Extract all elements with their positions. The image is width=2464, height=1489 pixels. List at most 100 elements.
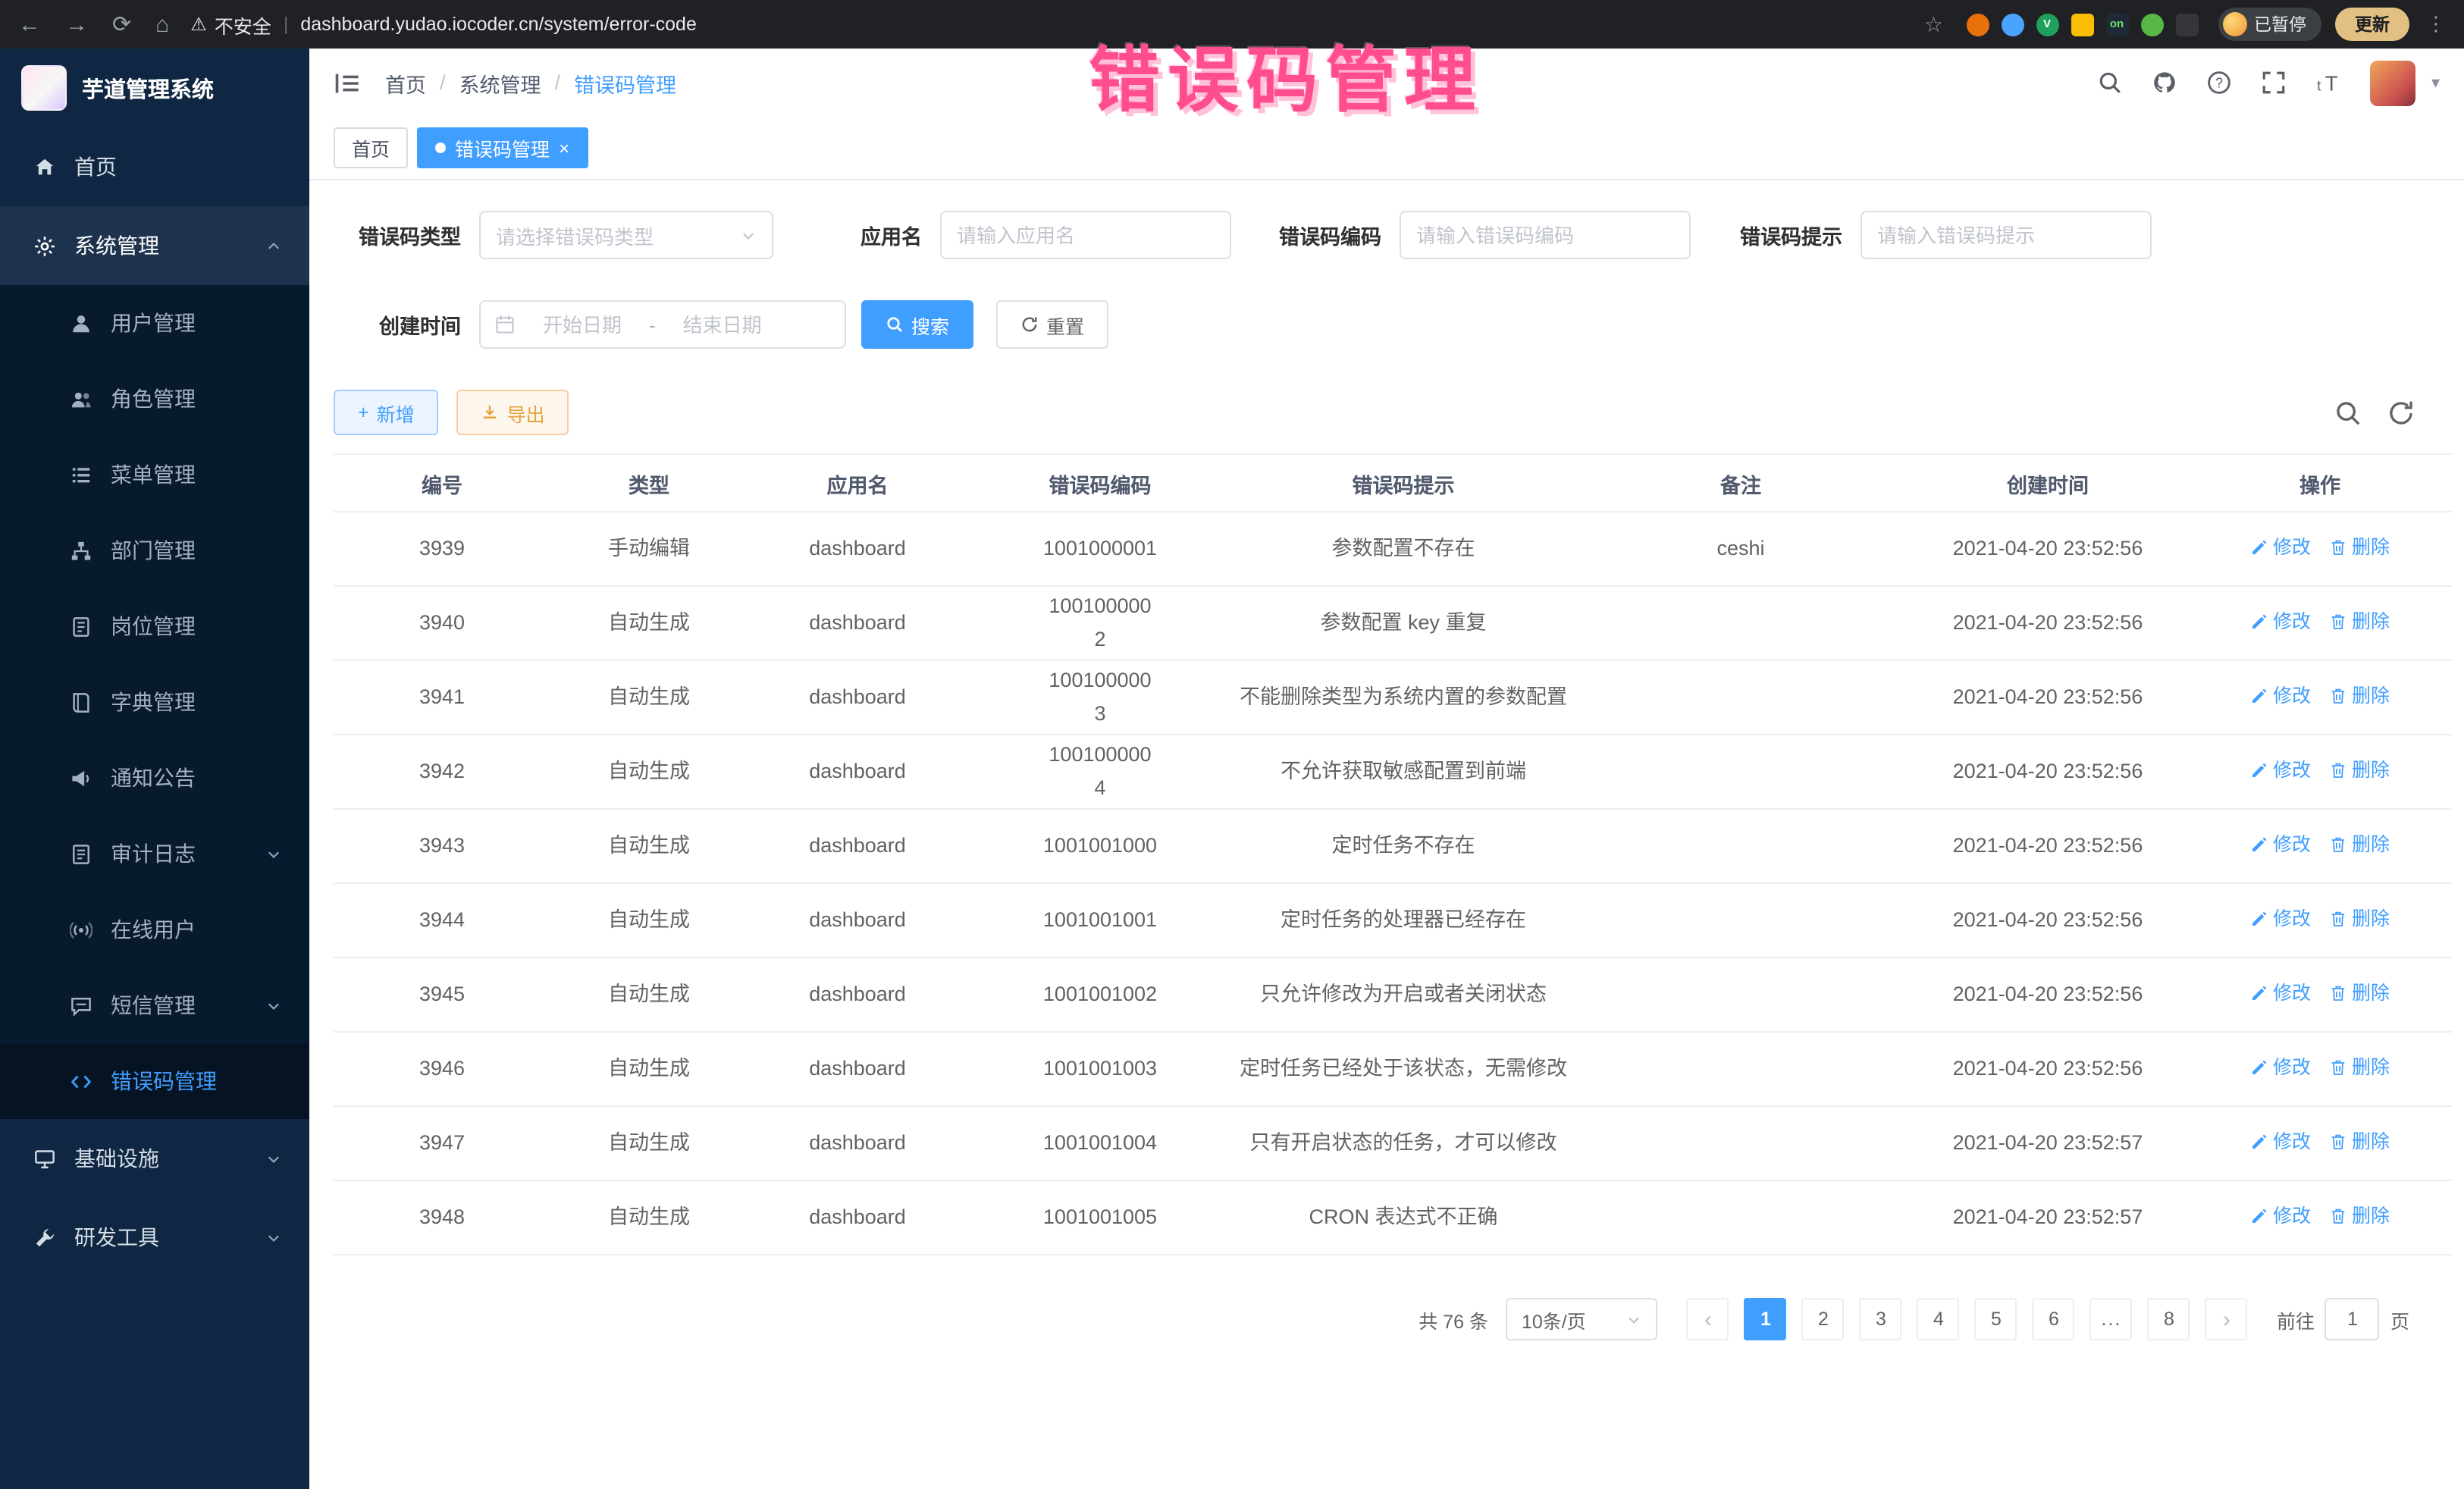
app-name-input[interactable] <box>940 211 1231 259</box>
search-icon[interactable] <box>2098 70 2124 96</box>
page-button-6[interactable]: 6 <box>2033 1298 2075 1340</box>
edit-link[interactable]: 修改 <box>2250 679 2311 713</box>
collapse-sidebar-icon[interactable] <box>334 69 361 96</box>
refresh-table-icon[interactable] <box>2387 398 2415 427</box>
avatar-caret-icon[interactable]: ▾ <box>2431 73 2440 92</box>
page-button-8[interactable]: 8 <box>2148 1298 2190 1340</box>
close-icon[interactable]: × <box>559 139 569 157</box>
page-button-5[interactable]: 5 <box>1975 1298 2017 1340</box>
edit-link[interactable]: 修改 <box>2250 1199 2311 1233</box>
ext-color-grid-icon[interactable] <box>2071 13 2093 36</box>
next-page-button[interactable]: › <box>2205 1298 2248 1340</box>
sidebar-item-menus[interactable]: 菜单管理 <box>0 437 309 513</box>
breadcrumb-home[interactable]: 首页 <box>385 67 426 98</box>
user-avatar[interactable] <box>2371 60 2416 105</box>
ext-red-circle-icon[interactable] <box>1966 13 1989 36</box>
fullscreen-icon[interactable] <box>2262 70 2287 96</box>
edit-link[interactable]: 修改 <box>2250 828 2311 861</box>
reset-button[interactable]: 重置 <box>996 300 1108 349</box>
delete-link[interactable]: 删除 <box>2329 679 2390 713</box>
sidebar-item-online-users[interactable]: 在线用户 <box>0 892 309 967</box>
delete-link[interactable]: 删除 <box>2329 531 2390 564</box>
ext-blue-drop-icon[interactable] <box>2001 13 2024 36</box>
edit-link[interactable]: 修改 <box>2250 605 2311 638</box>
error-code-input[interactable] <box>1400 211 1691 259</box>
edit-link[interactable]: 修改 <box>2250 902 2311 936</box>
page-button-2[interactable]: 2 <box>1802 1298 1845 1340</box>
forward-icon[interactable]: → <box>65 13 88 36</box>
page-button-1[interactable]: 1 <box>1745 1298 1787 1340</box>
toggle-search-icon[interactable] <box>2334 398 2362 427</box>
sidebar-item-dev-tools[interactable]: 研发工具 <box>0 1198 309 1277</box>
start-date-input[interactable] <box>525 313 640 336</box>
tab-home[interactable]: 首页 <box>334 127 408 168</box>
breadcrumb-system[interactable]: 系统管理 <box>459 67 541 98</box>
page-button-4[interactable]: 4 <box>1917 1298 1960 1340</box>
sidebar-item-roles[interactable]: 角色管理 <box>0 361 309 437</box>
browser-home-icon[interactable]: ⌂ <box>155 13 169 36</box>
ext-green-v-icon[interactable]: V <box>2036 13 2058 36</box>
security-chip[interactable]: ⚠ 不安全 <box>190 10 271 39</box>
sidebar-item-error-codes[interactable]: 错误码管理 <box>0 1043 309 1119</box>
delete-link[interactable]: 删除 <box>2329 1199 2390 1233</box>
add-button[interactable]: + 新增 <box>334 390 439 435</box>
page-ellipsis[interactable]: ... <box>2090 1298 2133 1340</box>
back-icon[interactable]: ← <box>18 13 41 36</box>
sidebar-item-sms[interactable]: 短信管理 <box>0 967 309 1043</box>
delete-link[interactable]: 删除 <box>2329 976 2390 1010</box>
search-button[interactable]: 搜索 <box>861 300 973 349</box>
app-logo-row[interactable]: 芋道管理系统 <box>0 49 309 127</box>
sidebar-item-audit-logs[interactable]: 审计日志 <box>0 816 309 892</box>
edit-link[interactable]: 修改 <box>2250 976 2311 1010</box>
cell-msg: 只允许修改为开启或者关闭状态 <box>1233 958 1574 1032</box>
error-msg-input[interactable] <box>1861 211 2152 259</box>
sidebar-item-notices[interactable]: 通知公告 <box>0 740 309 816</box>
app-title: 芋道管理系统 <box>82 72 214 104</box>
font-size-icon[interactable]: tT <box>2316 70 2342 96</box>
edit-link[interactable]: 修改 <box>2250 754 2311 787</box>
delete-link[interactable]: 删除 <box>2329 1051 2390 1084</box>
delete-link[interactable]: 删除 <box>2329 828 2390 861</box>
cell-actions: 修改删除 <box>2188 1106 2452 1180</box>
chevron-down-icon <box>740 227 757 243</box>
download-icon <box>481 403 500 422</box>
chevron-down-icon <box>265 845 282 862</box>
error-type-select[interactable]: 请选择错误码类型 <box>479 211 773 259</box>
delete-link[interactable]: 删除 <box>2329 605 2390 638</box>
edit-link[interactable]: 修改 <box>2250 1125 2311 1158</box>
cell-created: 2021-04-20 23:52:57 <box>1908 1106 2188 1180</box>
prev-page-button[interactable]: ‹ <box>1687 1298 1729 1340</box>
reload-icon[interactable]: ⟳ <box>112 13 131 36</box>
sidebar-item-system[interactable]: 系统管理 <box>0 206 309 285</box>
tab-error-code[interactable]: 错误码管理 × <box>417 127 588 168</box>
delete-link[interactable]: 删除 <box>2329 754 2390 787</box>
delete-link[interactable]: 删除 <box>2329 902 2390 936</box>
bookmark-star-icon[interactable]: ☆ <box>1924 11 1943 37</box>
ext-green-leaf-icon[interactable] <box>2140 13 2163 36</box>
edit-link[interactable]: 修改 <box>2250 531 2311 564</box>
end-date-input[interactable] <box>665 313 780 336</box>
ext-dark-puzzle-icon[interactable] <box>2175 13 2198 36</box>
help-icon[interactable]: ? <box>2207 70 2233 96</box>
ext-dark-on-icon[interactable]: on <box>2105 13 2128 36</box>
address-bar[interactable]: ⚠ 不安全 | dashboard.yudao.iocoder.cn/syste… <box>190 10 1924 39</box>
sidebar-item-posts[interactable]: 岗位管理 <box>0 588 309 664</box>
edit-link[interactable]: 修改 <box>2250 1051 2311 1084</box>
browser-update-button[interactable]: 更新 <box>2335 8 2409 41</box>
page-size-select[interactable]: 10条/页 <box>1506 1298 1658 1340</box>
sidebar-item-home[interactable]: 首页 <box>0 127 309 206</box>
page-button-3[interactable]: 3 <box>1860 1298 1902 1340</box>
sidebar-item-users[interactable]: 用户管理 <box>0 285 309 361</box>
profile-chip[interactable]: 已暂停 <box>2218 8 2321 41</box>
sidebar-item-depts[interactable]: 部门管理 <box>0 513 309 588</box>
export-button[interactable]: 导出 <box>457 390 569 435</box>
user-icon <box>70 312 92 334</box>
github-icon[interactable] <box>2152 70 2178 96</box>
date-range-picker[interactable]: - <box>479 300 846 349</box>
cell-created: 2021-04-20 23:52:56 <box>1908 586 2188 660</box>
delete-link[interactable]: 删除 <box>2329 1125 2390 1158</box>
goto-page-input[interactable] <box>2325 1298 2380 1340</box>
browser-menu-icon[interactable]: ⋮ <box>2426 12 2446 36</box>
sidebar-item-dicts[interactable]: 字典管理 <box>0 664 309 740</box>
sidebar-item-infra[interactable]: 基础设施 <box>0 1119 309 1198</box>
